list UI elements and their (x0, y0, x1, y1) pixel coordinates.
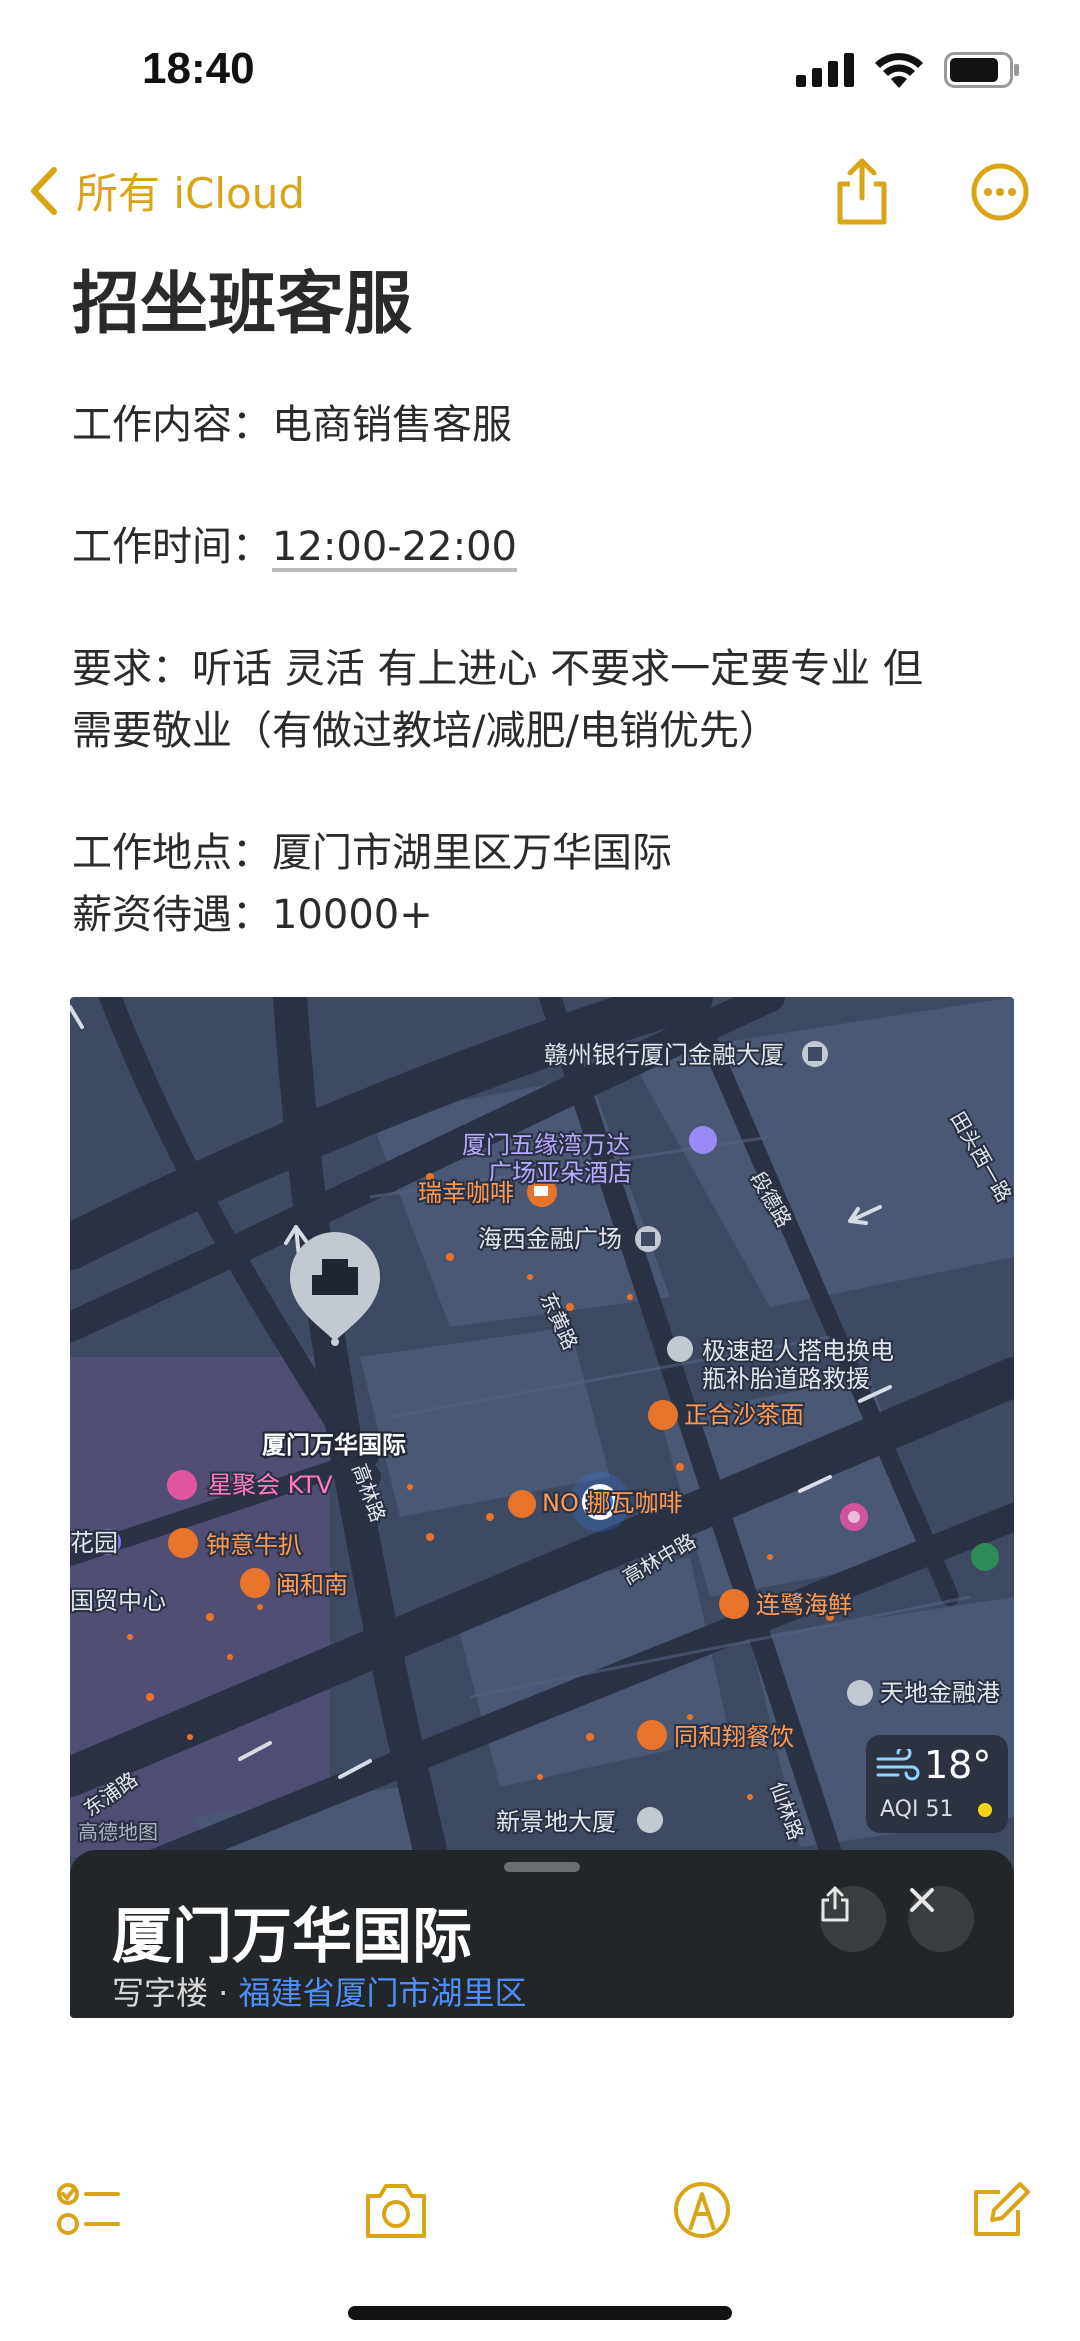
map-label-tiandi[interactable]: 天地金融港 (878, 1677, 1002, 1709)
work-hours-value-link[interactable]: 12:00-22:00 (272, 524, 517, 570)
map-label-zhongyi[interactable]: 钟意牛扒 (204, 1529, 304, 1561)
map-label-tonghexiang[interactable]: 同和翔餐饮 (672, 1721, 796, 1753)
place-share-button[interactable] (820, 1886, 886, 1952)
more-options-icon[interactable] (970, 162, 1030, 222)
back-label: 所有 iCloud (76, 169, 305, 218)
compose-icon[interactable] (970, 2180, 1030, 2240)
cellular-signal-icon (796, 53, 854, 87)
map-label-jisu-2[interactable]: 瓶补胎道路救援 (700, 1363, 872, 1395)
markup-pen-icon[interactable] (672, 2180, 732, 2240)
place-name: 厦门万华国际 (112, 1902, 472, 1972)
wifi-icon (875, 53, 923, 88)
chevron-left-icon (31, 166, 57, 215)
checklist-icon[interactable] (56, 2180, 120, 2240)
note-body[interactable]: 招坐班客服 工作内容：电商销售客服 工作时间：12:00-22:00 要求：听话… (72, 260, 1012, 946)
aqi-indicator-dot (978, 1803, 992, 1817)
note-job-content: 工作内容：电商销售客服 (72, 402, 512, 448)
map-label-wuyuan-hotel-1[interactable]: 厦门五缘湾万达 (460, 1129, 632, 1161)
map-label-ganzhou-bank[interactable]: 赣州银行厦门金融大厦 (542, 1039, 786, 1071)
map-label-minhenan[interactable]: 闽和南 (274, 1569, 350, 1601)
place-subtitle: 写字楼 · 福建省厦门市湖里区 (112, 1968, 527, 2014)
weather-widget[interactable]: 18° AQI 51 (866, 1735, 1008, 1833)
share-icon (821, 1886, 849, 1922)
back-button[interactable]: 所有 iCloud (28, 160, 305, 221)
weather-aqi: AQI 51 (880, 1797, 954, 1822)
camera-icon[interactable] (362, 2180, 430, 2240)
wind-icon (876, 1749, 920, 1781)
work-hours-prefix: 工作时间： (72, 524, 272, 570)
place-info-panel[interactable]: 厦门万华国际 写字楼 · 福建省厦门市湖里区 (70, 1850, 1014, 2018)
place-address-link[interactable]: 福建省厦门市湖里区 (239, 1974, 527, 2012)
map-label-luckin[interactable]: 瑞幸咖啡 (416, 1177, 516, 1209)
note-requirements-line-1: 要求：听话 灵活 有上进心 不要求一定要专业 但 (72, 646, 923, 692)
close-icon (910, 1888, 934, 1912)
map-watermark: 高德地图 (78, 1820, 158, 1844)
map-label-xingju-ktv[interactable]: 星聚会 KTV (206, 1469, 335, 1501)
note-requirements-line-2: 需要敬业（有做过教培/减肥/电销优先） (72, 708, 779, 754)
status-icons (796, 52, 1020, 88)
map-label-guomao[interactable]: 国贸中心 (70, 1585, 168, 1617)
map-label-nowa-coffee[interactable]: NO 挪瓦咖啡 (540, 1487, 684, 1519)
map-label-haixi[interactable]: 海西金融广场 (476, 1223, 624, 1255)
map-label-zhenghe[interactable]: 正合沙茶面 (682, 1399, 806, 1431)
note-location: 工作地点：厦门市湖里区万华国际 (72, 830, 672, 876)
note-work-hours: 工作时间：12:00-22:00 (72, 516, 1012, 578)
weather-temp: 18° (924, 1743, 992, 1787)
battery-icon (944, 52, 1019, 88)
map-label-xinjing[interactable]: 新景地大厦 (494, 1806, 618, 1838)
place-close-button[interactable] (908, 1886, 974, 1952)
map-card[interactable]: 赣州银行厦门金融大厦 田头西一路 厦门五缘湾万达 广场亚朵酒店 瑞幸咖啡 海西金… (70, 997, 1014, 2018)
map-label-garden[interactable]: 花园 (70, 1527, 120, 1559)
note-salary: 薪资待遇：10000+ (72, 892, 433, 938)
home-indicator[interactable] (348, 2306, 732, 2320)
panel-drag-handle[interactable] (504, 1862, 580, 1872)
map-label-jisu-1[interactable]: 极速超人搭电换电 (700, 1335, 896, 1367)
place-category: 写字楼 · (112, 1974, 239, 2012)
map-label-lianjiang[interactable]: 连鹭海鲜 (754, 1589, 854, 1621)
note-title: 招坐班客服 (72, 265, 413, 344)
status-time: 18:40 (142, 44, 255, 93)
share-icon[interactable] (832, 158, 892, 226)
map-label-wanhua-pin[interactable]: 厦门万华国际 (260, 1429, 408, 1461)
